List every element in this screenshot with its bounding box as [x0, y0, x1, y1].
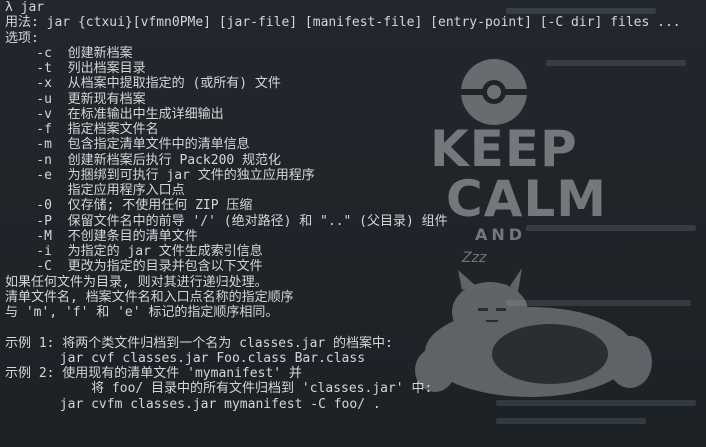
- terminal-output-line: 指定应用程序入口点: [5, 183, 185, 198]
- terminal-output-line: jar cvfm classes.jar mymanifest -C foo/ …: [5, 396, 381, 412]
- terminal-output-line: 清单文件名, 档案文件名和入口点名称的指定顺序: [5, 289, 294, 305]
- terminal-output-line: -0 仅存储; 不使用任何 ZIP 压缩: [5, 198, 253, 214]
- terminal-output-line: -m 包含指定清单文件中的清单信息: [5, 137, 250, 153]
- terminal-window[interactable]: KEEP CALM AND Zzz λ jar 用法: jar {ctxui}[v…: [0, 0, 706, 447]
- terminal-prompt-line: λ jar: [5, 0, 45, 15]
- terminal-output-line: 将 foo/ 目录中的所有文件归档到 'classes.jar' 中:: [5, 381, 433, 397]
- terminal-output-line: 与 'm', 'f' 和 'e' 标记的指定顺序相同。: [5, 305, 279, 320]
- terminal-output-line: -f 指定档案文件名: [5, 122, 159, 137]
- terminal-output-line: -c 创建新档案: [5, 45, 133, 61]
- terminal-output-line: 示例 2: 使用现有的清单文件 'mymanifest' 并: [5, 366, 302, 381]
- terminal-output: λ jar 用法: jar {ctxui}[vfmn0PMe] [jar-file…: [5, 0, 681, 412]
- terminal-output-line: -M 不创建条目的清单文件: [5, 228, 198, 244]
- terminal-output-line: -t 列出档案目录: [5, 61, 146, 76]
- terminal-output-line: -P 保留文件名中的前导 '/' (绝对路径) 和 ".." (父目录) 组件: [5, 213, 448, 229]
- terminal-output-line: -u 更新现有档案: [5, 91, 146, 107]
- terminal-output-line: -v 在标准输出中生成详细输出: [5, 106, 224, 122]
- terminal-output-line: -e 为捆绑到可执行 jar 文件的独立应用程序: [5, 167, 315, 183]
- terminal-output-line: 如果任何文件为目录, 则对其进行递归处理。: [5, 274, 268, 290]
- terminal-output-line: jar cvf classes.jar Foo.class Bar.class: [5, 350, 366, 366]
- terminal-output-line: 示例 1: 将两个类文件归档到一个名为 classes.jar 的档案中:: [5, 335, 393, 351]
- terminal-output-line: -C 更改为指定的目录并包含以下文件: [5, 259, 263, 275]
- terminal-output-line: 用法: jar {ctxui}[vfmn0PMe] [jar-file] [ma…: [5, 15, 681, 31]
- terminal-output-line: 选项:: [5, 30, 39, 46]
- terminal-output-line: -x 从档案中提取指定的 (或所有) 文件: [5, 76, 281, 92]
- terminal-output-line: -n 创建新档案后执行 Pack200 规范化: [5, 152, 282, 168]
- terminal-output-line: -i 为指定的 jar 文件生成索引信息: [5, 244, 263, 259]
